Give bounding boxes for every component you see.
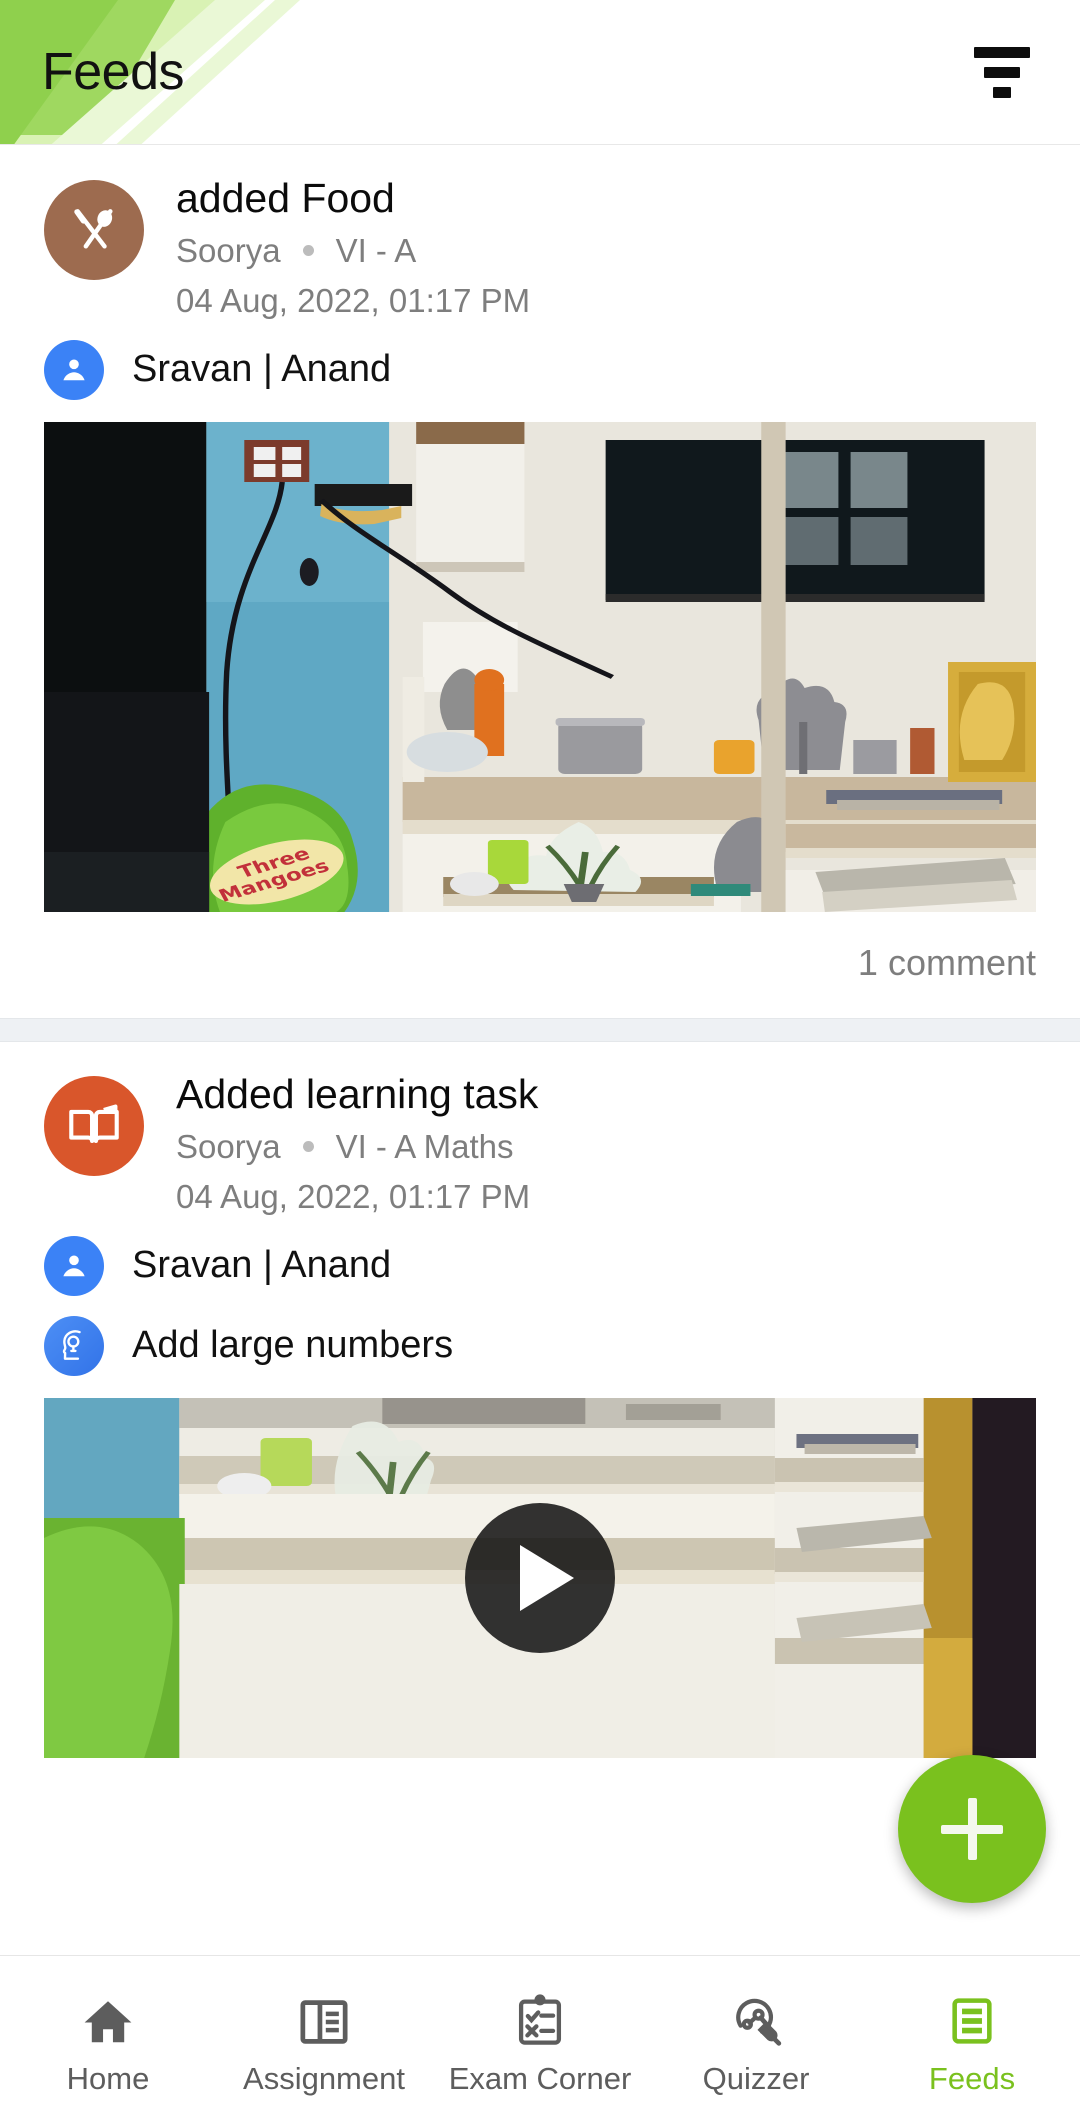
post-students: Sravan | Anand [132,1244,392,1287]
post-image[interactable]: Three Mangoes [44,421,1036,912]
app-screen: Feeds added Food Soorya VI - A 04 Aug, 2… [0,0,1080,2127]
meta-separator-dot [302,245,314,257]
home-icon [79,1987,137,2049]
nav-item-exam-corner[interactable]: Exam Corner [432,1956,648,2127]
post-separator [0,1017,1080,1042]
post-header: added Food Soorya VI - A 04 Aug, 2022, 0… [0,146,1080,320]
post-video[interactable] [44,1397,1036,1758]
person-icon [44,1235,104,1296]
nav-item-assignment[interactable]: Assignment [216,1956,432,2127]
post-title: Added learning task [176,1070,539,1117]
post-author: Soorya [176,1127,281,1165]
food-icon [44,180,144,280]
post-author: Soorya [176,231,281,269]
clipboard-icon [513,1987,567,2049]
add-post-button[interactable] [898,1755,1046,1903]
feed-post[interactable]: added Food Soorya VI - A 04 Aug, 2022, 0… [0,146,1080,1018]
nav-item-home[interactable]: Home [0,1956,216,2127]
comment-count-row[interactable]: 1 comment [0,912,1080,1018]
feed-list[interactable]: added Food Soorya VI - A 04 Aug, 2022, 0… [0,146,1080,1955]
nav-label: Exam Corner [448,2060,632,2096]
app-header: Feeds [0,0,1080,145]
page-title: Feeds [42,43,185,101]
post-class: VI - A [335,231,417,269]
filter-icon[interactable] [966,36,1038,108]
bulb-plug-icon [726,1987,786,2049]
assignment-icon [296,1987,352,2049]
play-icon[interactable] [465,1502,615,1653]
nav-item-feeds[interactable]: Feeds [864,1956,1080,2127]
open-book-icon [44,1075,144,1176]
post-timestamp: 04 Aug, 2022, 01:17 PM [176,1177,531,1215]
post-students: Sravan | Anand [132,348,392,391]
bottom-navigation[interactable]: Home Assignment Exam Corner Quizzer Feed… [0,1955,1080,2127]
post-meta: Soorya VI - A [176,232,530,270]
nav-label: Feeds [928,2060,1016,2096]
comment-count: 1 comment [857,941,1036,983]
post-students-row[interactable]: Sravan | Anand [0,1216,1080,1296]
idea-head-icon [44,1315,104,1376]
meta-separator-dot [302,1141,314,1153]
feeds-list-icon [946,1987,998,2049]
post-class: VI - A Maths [335,1127,514,1165]
post-meta: Soorya VI - A Maths [176,1128,538,1166]
learning-task-row[interactable]: Add large numbers [0,1296,1080,1376]
post-students-row[interactable]: Sravan | Anand [0,320,1080,400]
nav-label: Quizzer [702,2060,810,2096]
learning-task-label: Add large numbers [132,1324,454,1367]
nav-item-quizzer[interactable]: Quizzer [648,1956,864,2127]
nav-label: Assignment [243,2060,405,2096]
feed-post[interactable]: Added learning task Soorya VI - A Maths … [0,1041,1080,1758]
post-header: Added learning task Soorya VI - A Maths … [0,1042,1080,1216]
nav-label: Home [66,2060,150,2096]
person-icon [44,339,104,400]
post-title: added Food [176,175,395,221]
post-timestamp: 04 Aug, 2022, 01:17 PM [176,281,531,319]
